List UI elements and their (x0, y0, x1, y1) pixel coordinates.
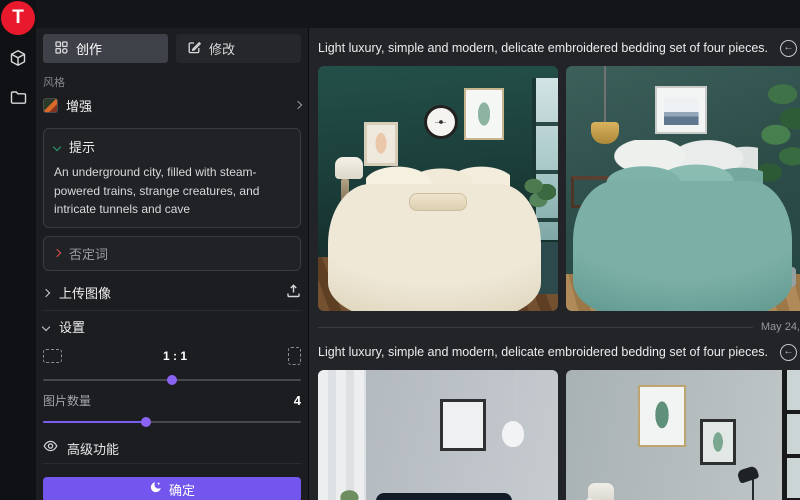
style-selector[interactable]: 增强 (43, 90, 301, 120)
landscape-ratio-icon[interactable] (43, 349, 62, 363)
image-count-value: 4 (294, 393, 301, 408)
generation-group-1-images (318, 66, 800, 311)
prompt-label: 提示 (69, 137, 95, 156)
generated-image-2[interactable] (566, 66, 800, 311)
slider-thumb[interactable] (141, 417, 151, 427)
wall-clock (424, 105, 458, 139)
generation-group-2-images (318, 370, 800, 500)
ratio-value: 1 : 1 (163, 349, 187, 363)
advanced-features-row[interactable]: 高级功能 (43, 434, 301, 464)
confirm-button[interactable]: 确定 (43, 477, 301, 500)
edit-icon (188, 41, 201, 57)
settings-row[interactable]: 设置 (43, 311, 301, 343)
table-lamp (335, 157, 363, 179)
upload-label: 上传图像 (59, 283, 276, 302)
app-logo[interactable]: T (1, 1, 35, 35)
reuse-prompt-icon[interactable]: ← (780, 344, 797, 361)
negative-box[interactable]: 否定词 (43, 236, 301, 271)
confirm-label: 确定 (169, 480, 195, 499)
nav-rail: T (0, 0, 36, 500)
negative-label: 否定词 (69, 244, 108, 263)
style-value: 增强 (66, 96, 287, 115)
slider-thumb[interactable] (167, 375, 177, 385)
tab-modify-label: 修改 (209, 39, 235, 58)
prompt-box[interactable]: 提示 An underground city, filled with stea… (43, 128, 301, 228)
date-label: May 24, (761, 321, 800, 333)
prompt-text[interactable]: An underground city, filled with steam-p… (54, 163, 290, 219)
divider-line (318, 327, 753, 328)
cushion (409, 193, 467, 210)
wall-art-feather (364, 122, 398, 166)
slider-fill (43, 421, 146, 423)
pendant-cord (604, 66, 606, 122)
pendant-cord (516, 370, 518, 421)
generated-image-1[interactable] (318, 66, 558, 311)
grid-icon (55, 41, 68, 57)
cube-icon (9, 49, 27, 72)
generation-feed: Light luxury, simple and modern, delicat… (310, 28, 800, 500)
aspect-ratio-slider[interactable] (43, 374, 301, 386)
upload-image-row[interactable]: 上传图像 (43, 276, 301, 311)
generated-image-4[interactable] (566, 370, 800, 500)
chevron-down-icon (42, 323, 50, 331)
bed (573, 181, 791, 311)
wall-art-leaf (464, 88, 504, 140)
folder-icon (10, 90, 27, 110)
chevron-right-icon (53, 249, 61, 257)
control-panel: 创作 修改 风格 增强 提示 An und (36, 28, 309, 500)
date-divider: May 24, (318, 318, 800, 336)
image-count-row: 图片数量 4 (43, 391, 301, 411)
mode-tabs: 创作 修改 (43, 34, 301, 63)
floor-lamp-pole (752, 478, 755, 500)
aspect-ratio-control: 1 : 1 (43, 343, 301, 369)
generation-group-1-header: Light luxury, simple and modern, delicat… (318, 38, 800, 58)
advanced-features-label: 高级功能 (67, 439, 119, 458)
curtain (318, 370, 366, 500)
reuse-prompt-icon[interactable]: ← (780, 40, 797, 57)
plant (335, 483, 371, 500)
wall-art (440, 399, 486, 451)
moon-sparkle-icon (149, 481, 162, 497)
wall-art-leaf-small (700, 419, 736, 465)
tab-create-label: 创作 (76, 39, 102, 58)
floor-lamp-head (736, 465, 759, 484)
generation-group-2-header: Light luxury, simple and modern, delicat… (318, 342, 800, 362)
style-label: 风格 (43, 74, 301, 90)
rail-item-files[interactable] (0, 84, 36, 116)
style-thumbnail-icon (43, 98, 58, 113)
generation-caption: Light luxury, simple and modern, delicat… (318, 345, 768, 359)
generation-caption: Light luxury, simple and modern, delicat… (318, 41, 768, 55)
image-count-label: 图片数量 (43, 392, 91, 409)
settings-label: 设置 (59, 317, 85, 336)
wall-art-seascape (655, 86, 707, 134)
pendant-lamp (502, 421, 524, 447)
chevron-right-icon (294, 101, 302, 109)
wall-art-leaf-large (638, 385, 686, 447)
chevron-right-icon (42, 289, 50, 297)
headboard (376, 493, 513, 500)
eye-icon (43, 439, 58, 457)
chevron-down-icon (53, 142, 61, 150)
image-count-slider[interactable] (43, 416, 301, 428)
window (782, 370, 800, 500)
tab-create[interactable]: 创作 (43, 34, 168, 63)
app-window: T (0, 0, 800, 500)
upload-icon (286, 283, 301, 303)
tab-modify[interactable]: 修改 (176, 34, 301, 63)
top-bar (36, 0, 800, 28)
portrait-ratio-icon[interactable] (288, 347, 301, 365)
rail-item-models[interactable] (0, 44, 36, 76)
generated-image-3[interactable] (318, 370, 558, 500)
